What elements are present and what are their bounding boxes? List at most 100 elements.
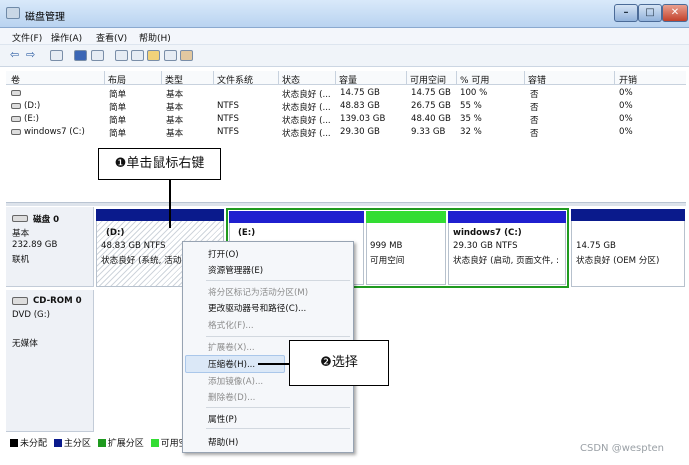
disk0-name: 磁盘 0 — [33, 215, 60, 225]
col-capacity[interactable]: 容量 — [339, 73, 357, 86]
col-layout[interactable]: 布局 — [108, 73, 126, 86]
col-divider[interactable] — [335, 71, 336, 85]
menu-action[interactable]: 操作(A) — [51, 31, 82, 44]
free-swatch — [150, 439, 159, 447]
close-button[interactable]: ✕ — [662, 4, 688, 22]
partition-d-stripe — [96, 209, 224, 221]
cell-status: 状态良好 (... — [282, 103, 331, 113]
cell-fault-tolerance: 否 — [530, 90, 539, 100]
menu-view[interactable]: 查看(V) — [96, 31, 127, 44]
partition-d-name: (D:) — [106, 228, 125, 238]
oem-partition-stripe — [571, 209, 685, 221]
col-divider[interactable] — [456, 71, 457, 85]
menu-separator — [206, 280, 350, 281]
col-divider[interactable] — [524, 71, 525, 85]
cell-capacity: 139.03 GB — [340, 114, 386, 124]
annotation2: ❷选择 — [289, 340, 389, 386]
col-divider[interactable] — [213, 71, 214, 85]
free-space-stripe — [366, 211, 446, 223]
col-type[interactable]: 类型 — [165, 73, 183, 86]
legend-unallocated: 未分配 — [20, 439, 48, 449]
volume-icon — [11, 103, 21, 109]
cell-type: 基本 — [166, 90, 184, 100]
cell-overhead: 0% — [619, 101, 633, 111]
col-divider[interactable] — [406, 71, 407, 85]
menu-help-item[interactable]: 帮助(H) — [208, 436, 238, 448]
open-icon[interactable] — [147, 50, 160, 61]
col-fault-tolerance[interactable]: 容错 — [528, 73, 546, 86]
cell-percent-free: 35 % — [460, 114, 482, 124]
cell-filesystem: NTFS — [217, 114, 239, 124]
title-bar — [0, 0, 689, 28]
help-icon[interactable] — [74, 50, 87, 61]
col-filesystem[interactable]: 文件系统 — [217, 73, 253, 86]
disk-icon — [12, 215, 28, 222]
col-free-space[interactable]: 可用空间 — [410, 73, 446, 86]
menu-open[interactable]: 打开(O) — [208, 248, 239, 260]
menu-separator — [206, 336, 350, 337]
partition-c-size: 29.30 GB NTFS — [453, 241, 518, 251]
export-icon[interactable] — [131, 50, 144, 61]
partition-e-name: (E:) — [238, 228, 256, 238]
disk0-type: 基本 — [12, 229, 30, 239]
menu-explorer[interactable]: 资源管理器(E) — [208, 264, 263, 276]
cell-free-space: 26.75 GB — [411, 101, 451, 111]
cdrom-icon — [12, 297, 28, 305]
cell-layout: 简单 — [109, 103, 127, 113]
cell-free-space: 9.33 GB — [411, 127, 446, 137]
menu-help[interactable]: 帮助(H) — [139, 31, 171, 44]
col-overhead[interactable]: 开销 — [619, 73, 637, 86]
cell-layout: 简单 — [109, 116, 127, 126]
menu-delete-volume[interactable]: 删除卷(D)... — [208, 391, 255, 403]
forward-icon[interactable]: ⇨ — [26, 48, 35, 61]
oem-partition-size: 14.75 GB — [576, 241, 616, 251]
annotation1: ❶单击鼠标右键 — [98, 148, 221, 180]
cdrom0-drive: DVD (G:) — [12, 310, 50, 320]
volume-icon — [11, 90, 21, 96]
menu-separator — [206, 407, 350, 408]
oem-partition-status: 状态良好 (OEM 分区) — [576, 256, 660, 266]
col-volume[interactable]: 卷 — [11, 73, 20, 86]
col-divider[interactable] — [104, 71, 105, 85]
menu-format[interactable]: 格式化(F)... — [208, 319, 254, 331]
back-icon[interactable]: ⇦ — [10, 48, 19, 61]
cell-volume[interactable]: windows7 (C:) — [24, 127, 85, 137]
menu-add-mirror[interactable]: 添加镜像(A)... — [208, 375, 263, 387]
cell-volume[interactable]: (D:) — [24, 101, 40, 111]
menu-properties[interactable]: 属性(P) — [208, 413, 237, 425]
extended-swatch — [97, 439, 106, 447]
col-divider[interactable] — [614, 71, 615, 85]
partition-c-stripe — [448, 211, 566, 223]
col-status[interactable]: 状态 — [282, 73, 300, 86]
menu-change-drive-letter[interactable]: 更改驱动器号和路径(C)... — [208, 302, 306, 314]
settings-icon[interactable] — [180, 50, 193, 61]
minimize-button[interactable]: – — [614, 4, 638, 22]
menu-shrink-volume[interactable]: 压缩卷(H)... — [208, 358, 255, 370]
partition-d-size: 48.83 GB NTFS — [101, 241, 166, 251]
partition-e-stripe — [229, 211, 364, 223]
search-icon[interactable] — [164, 50, 177, 61]
disk-management-icon — [6, 7, 20, 19]
cdrom0-status: 无媒体 — [12, 339, 38, 349]
col-percent-free[interactable]: % 可用 — [460, 73, 489, 86]
annotation1-pointer — [169, 180, 171, 228]
menu-mark-active[interactable]: 将分区标记为活动分区(M) — [208, 286, 308, 298]
view-icon[interactable] — [91, 50, 104, 61]
cell-volume[interactable]: (E:) — [24, 114, 39, 124]
menu-file[interactable]: 文件(F) — [12, 31, 42, 44]
partition-c-name: windows7 (C:) — [453, 228, 522, 238]
cell-capacity: 14.75 GB — [340, 88, 380, 98]
maximize-button[interactable]: □ — [638, 4, 662, 22]
properties-icon[interactable] — [50, 50, 63, 61]
cell-overhead: 0% — [619, 127, 633, 137]
col-divider[interactable] — [161, 71, 162, 85]
cell-capacity: 48.83 GB — [340, 101, 380, 111]
col-divider[interactable] — [278, 71, 279, 85]
refresh-icon[interactable] — [115, 50, 128, 61]
cell-layout: 简单 — [109, 129, 127, 139]
menu-extend-volume[interactable]: 扩展卷(X)... — [208, 341, 255, 353]
volume-icon — [11, 129, 21, 135]
cell-free-space: 14.75 GB — [411, 88, 451, 98]
cell-fault-tolerance: 否 — [530, 116, 539, 126]
partition-d-status: 状态良好 (系统, 活动 — [101, 256, 182, 266]
